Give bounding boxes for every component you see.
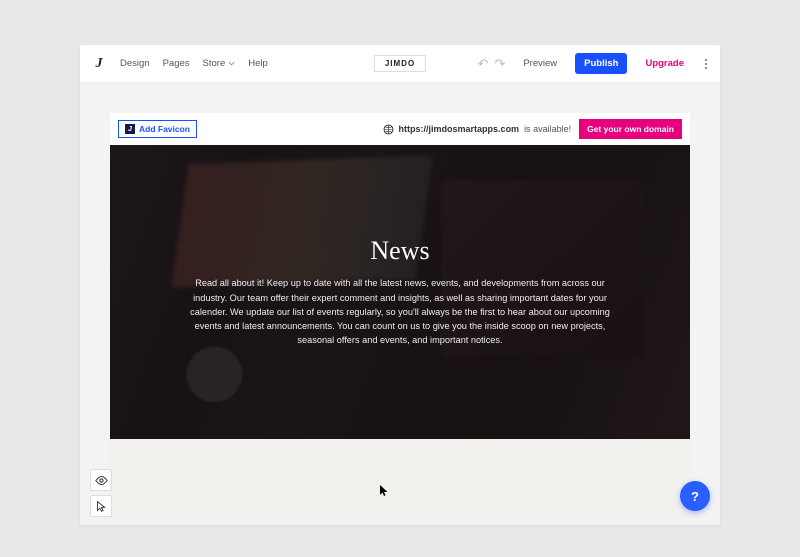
help-fab-button[interactable]: ? xyxy=(680,481,710,511)
side-tools xyxy=(90,469,112,517)
hero-section[interactable]: News Read all about it! Keep up to date … xyxy=(110,145,690,439)
undo-icon[interactable]: ↶ xyxy=(478,56,489,72)
favicon-placeholder-icon: J xyxy=(125,124,135,134)
topbar: J Design Pages Store Help JIMDO ↶ ↷ Prev… xyxy=(80,45,720,83)
undo-redo-group: ↶ ↷ xyxy=(478,56,506,72)
add-favicon-button[interactable]: J Add Favicon xyxy=(118,120,197,138)
more-menu-icon[interactable] xyxy=(702,56,710,72)
nav-help[interactable]: Help xyxy=(248,58,268,69)
publish-button[interactable]: Publish xyxy=(575,53,627,74)
globe-icon xyxy=(383,124,394,135)
preview-button[interactable]: Preview xyxy=(514,53,566,74)
cursor-icon xyxy=(95,500,108,513)
domain-availability: https://jimdosmartapps.com is available! xyxy=(383,124,572,135)
get-domain-button[interactable]: Get your own domain xyxy=(579,119,682,139)
chevron-down-icon xyxy=(228,60,235,67)
cursor-tool-button[interactable] xyxy=(90,495,112,517)
eye-icon xyxy=(95,474,108,487)
domain-url: https://jimdosmartapps.com xyxy=(399,124,520,134)
jimdo-logo-icon[interactable]: J xyxy=(90,55,108,73)
nav-pages[interactable]: Pages xyxy=(163,58,190,69)
topbar-right: ↶ ↷ Preview Publish Upgrade xyxy=(478,53,710,74)
redo-icon[interactable]: ↷ xyxy=(494,56,505,72)
add-favicon-label: Add Favicon xyxy=(139,124,190,134)
upgrade-button[interactable]: Upgrade xyxy=(636,53,693,74)
mouse-cursor-icon xyxy=(380,485,389,497)
main-nav: Design Pages Store Help xyxy=(120,58,268,69)
hero-next-section[interactable] xyxy=(110,439,690,519)
brand-badge: JIMDO xyxy=(374,55,426,72)
nav-design[interactable]: Design xyxy=(120,58,150,69)
hero-body-text[interactable]: Read all about it! Keep up to date with … xyxy=(180,276,620,347)
hero-title[interactable]: News xyxy=(370,236,429,266)
nav-store-label: Store xyxy=(203,58,226,69)
nav-store[interactable]: Store xyxy=(203,58,236,69)
notice-bar: J Add Favicon https://jimdosmartapps.com… xyxy=(110,113,690,145)
editor-window: J Design Pages Store Help JIMDO ↶ ↷ Prev… xyxy=(80,45,720,525)
domain-availability-text: is available! xyxy=(524,124,571,134)
visibility-toggle-button[interactable] xyxy=(90,469,112,491)
canvas-area: J Add Favicon https://jimdosmartapps.com… xyxy=(80,83,720,525)
